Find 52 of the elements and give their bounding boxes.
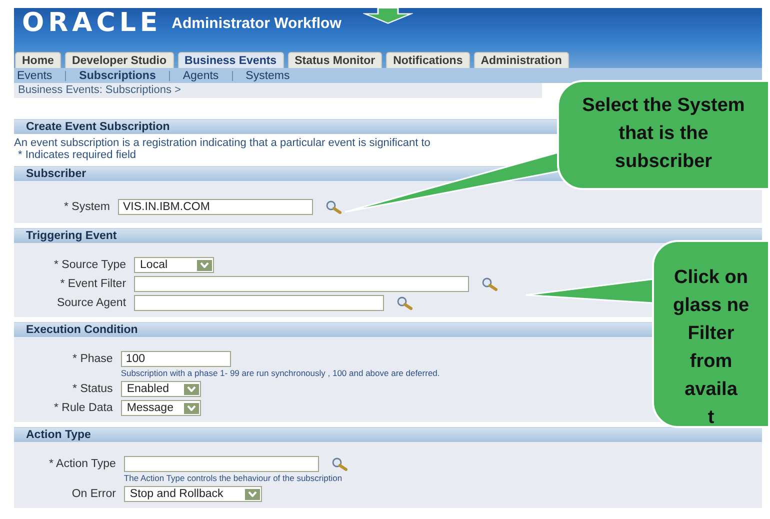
subnav-link[interactable]: Agents (168, 70, 232, 80)
field-label: * Status (72, 382, 113, 397)
callout-text: Click on (674, 266, 748, 290)
field-label: * Phase (72, 352, 113, 367)
text-field[interactable]: 100 (120, 351, 231, 367)
chevron-down-icon (186, 386, 196, 392)
field-label: * Action Type (49, 457, 116, 472)
field-hint: The Action Type controls the behaviour of the subscription (124, 473, 344, 483)
section-title: Triggering Event (14, 228, 762, 243)
text-field[interactable] (134, 295, 384, 311)
field-label: * Rule Data (54, 401, 113, 416)
oracle-logo: ORACLE (22, 9, 162, 37)
app-title: Administrator Workflow (172, 15, 342, 32)
chevron-down-icon (200, 262, 210, 268)
dropdown[interactable]: Enabled (120, 381, 201, 397)
subnav-link[interactable]: Systems (232, 70, 303, 80)
nav-tab[interactable]: Business Events (178, 52, 284, 68)
required-note: * Indicates required field (17, 149, 136, 161)
subnav-link[interactable]: Subscriptions (65, 70, 169, 80)
search-icon[interactable] (396, 296, 414, 310)
nav-tab[interactable]: Home (15, 52, 61, 68)
breadcrumb[interactable]: Business Events: Subscriptions > (14, 83, 542, 98)
field-label: * Source Type (54, 258, 126, 273)
subnav-link[interactable]: Events (17, 70, 66, 80)
text-field[interactable]: VIS.IN.IBM.COM (118, 199, 314, 215)
pointer-arrow (363, 8, 413, 24)
callout-text: glass ne (672, 294, 750, 318)
section-title: Action Type (14, 427, 762, 442)
field-label: * Event Filter (59, 277, 126, 292)
field-label: * System (64, 200, 110, 215)
search-icon[interactable] (325, 200, 344, 214)
nav-tab[interactable]: Developer Studio (64, 52, 174, 68)
dropdown[interactable]: Message (120, 400, 201, 416)
callout-text: t (708, 406, 714, 426)
dropdown[interactable]: Stop and Rollback (124, 486, 262, 502)
page-description: An event subscription is a registration indicating that a particular event is significant to (14, 137, 432, 149)
callout-text: availa (684, 378, 738, 402)
field-label: Source Agent (56, 296, 126, 311)
text-field[interactable] (134, 276, 470, 292)
chevron-down-icon (248, 491, 257, 497)
dropdown[interactable]: Local (134, 257, 214, 273)
field-hint: Subscription with a phase 1- 99 are run synchronously , 100 and above are deferred. (120, 368, 441, 378)
search-icon[interactable] (481, 277, 500, 291)
text-field[interactable] (124, 456, 319, 472)
nav-tab[interactable]: Status Monitor (288, 52, 382, 68)
chevron-down-icon (186, 405, 196, 411)
nav-tab[interactable]: Notifications (386, 52, 470, 68)
callout-text: from (690, 350, 732, 374)
search-icon[interactable] (330, 457, 349, 471)
callout-text: Select the System (582, 94, 745, 118)
nav-tab[interactable]: Administration (474, 52, 569, 68)
field-label: On Error (70, 487, 116, 502)
